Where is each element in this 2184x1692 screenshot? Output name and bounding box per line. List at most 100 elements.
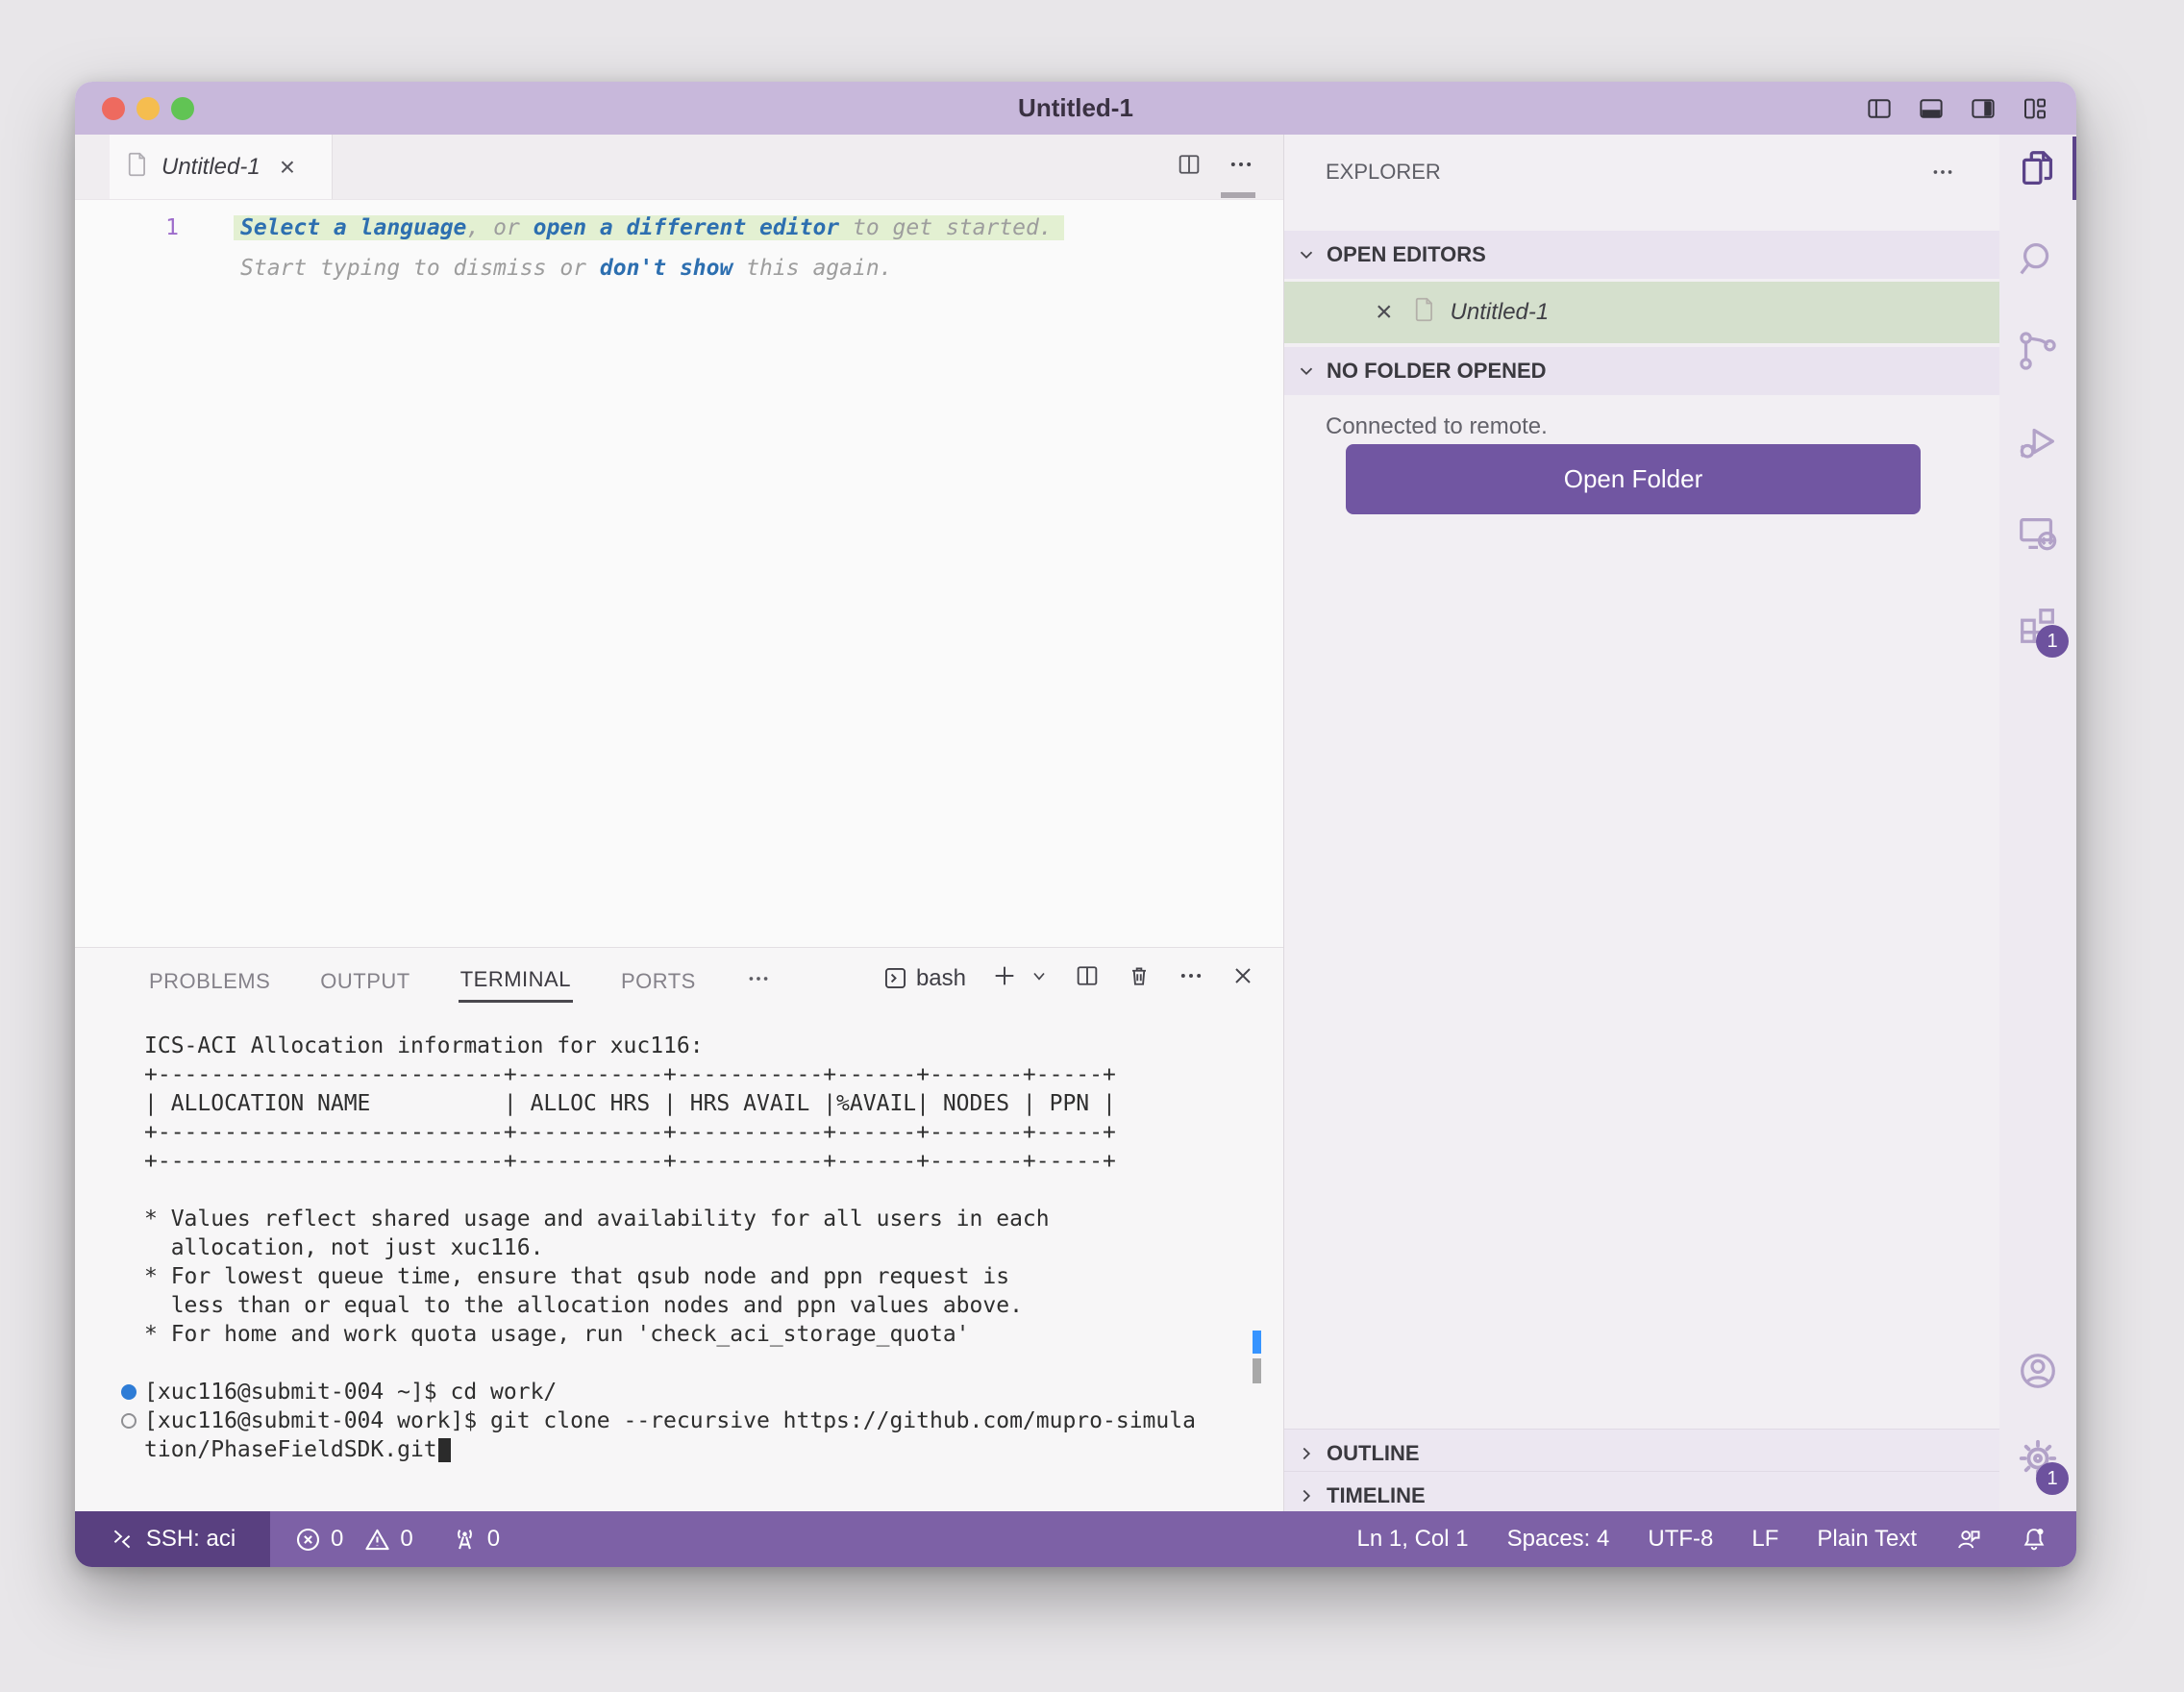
language-mode-status[interactable]: Plain Text	[1817, 1526, 1917, 1553]
terminal-line: * For lowest queue time, ensure that qsu…	[144, 1264, 1010, 1289]
panel-tabs: PROBLEMS OUTPUT TERMINAL PORTS	[147, 948, 773, 1008]
terminal-line: * For home and work quota usage, run 'ch…	[144, 1322, 970, 1347]
explorer-sidebar: EXPLORER OPEN EDITORS × Untitled-1 NO FO…	[1283, 135, 1999, 1520]
search-icon[interactable]	[2016, 237, 2060, 282]
toggle-secondary-sidebar-icon[interactable]	[1969, 94, 1998, 123]
terminal-line: * Values reflect shared usage and availa…	[144, 1207, 1050, 1232]
terminal-command-line: [xuc116@submit-004 work]$ git clone --re…	[121, 1406, 1196, 1435]
tab-ports[interactable]: PORTS	[619, 956, 698, 1002]
remote-explorer-icon[interactable]	[2016, 511, 2060, 556]
command-running-decoration[interactable]	[121, 1413, 136, 1429]
ports-forwarded-icon	[457, 1529, 472, 1549]
feedback-icon[interactable]	[1955, 1526, 1982, 1553]
terminal-actions: bash	[882, 948, 1256, 1008]
explorer-more-actions-icon[interactable]	[1930, 160, 1955, 191]
connected-to-remote-text: Connected to remote.	[1326, 413, 1548, 439]
tab-label: Untitled-1	[161, 153, 261, 180]
warnings-icon	[365, 1529, 390, 1550]
source-control-icon[interactable]	[2016, 329, 2060, 373]
cursor-position-status[interactable]: Ln 1, Col 1	[1357, 1526, 1469, 1553]
titlebar: Untitled-1	[75, 82, 2076, 136]
file-icon	[1414, 297, 1435, 329]
select-language-link[interactable]: Select a language	[240, 215, 466, 240]
problems-status[interactable]: 0 0	[295, 1526, 413, 1553]
chevron-down-icon	[1296, 361, 1317, 382]
vscode-window: Untitled-1 Untitled-1 × 1 Select a langu…	[75, 82, 2076, 1567]
layout-controls	[1865, 82, 2049, 135]
editor-actions	[1176, 135, 1254, 199]
remote-icon	[113, 1530, 131, 1549]
editor-tab-bar: Untitled-1 ×	[75, 135, 1283, 200]
encoding-status[interactable]: UTF-8	[1648, 1526, 1713, 1553]
status-bar: SSH: aci 0 0 0 Ln 1, Col 1 Spaces: 4 UTF…	[75, 1511, 2076, 1567]
chevron-right-icon	[1296, 1443, 1317, 1464]
close-editor-icon[interactable]: ×	[1376, 298, 1393, 327]
sidebar-title: EXPLORER	[1326, 160, 1441, 184]
tab-output[interactable]: OUTPUT	[318, 956, 411, 1002]
split-editor-icon[interactable]	[1176, 151, 1203, 183]
bottom-panel: PROBLEMS OUTPUT TERMINAL PORTS bash ICS-…	[75, 947, 1283, 1512]
activity-bar: 1 1	[1999, 135, 2076, 1511]
file-icon	[127, 152, 148, 182]
chevron-down-icon	[1296, 244, 1317, 265]
tab-terminal[interactable]: TERMINAL	[458, 954, 573, 1003]
kill-terminal-icon[interactable]	[1126, 962, 1153, 994]
customize-layout-icon[interactable]	[2021, 94, 2049, 123]
terminal-dropdown-icon[interactable]	[1030, 966, 1049, 990]
terminal-line: ICS-ACI Allocation information for xuc11…	[144, 1033, 704, 1058]
account-icon[interactable]	[2016, 1349, 2060, 1393]
indentation-status[interactable]: Spaces: 4	[1507, 1526, 1610, 1553]
active-view-indicator	[2072, 137, 2076, 200]
run-debug-icon[interactable]	[2016, 420, 2060, 464]
panel-more-actions-icon[interactable]	[1178, 962, 1204, 994]
chevron-right-icon	[1296, 1485, 1317, 1506]
terminal-line: +--------------------------+-----------+…	[144, 1062, 1116, 1087]
open-editor-item-label: Untitled-1	[1450, 299, 1550, 325]
no-folder-section-header[interactable]: NO FOLDER OPENED	[1284, 347, 1999, 395]
terminal-line: | ALLOCATION NAME | ALLOC HRS | HRS AVAI…	[144, 1091, 1116, 1116]
panel-more-tabs-icon[interactable]	[744, 953, 773, 1005]
editor-area[interactable]: 1 Select a language, or open a different…	[75, 200, 1283, 947]
terminal-command-line: [xuc116@submit-004 ~]$ cd work/	[121, 1378, 1196, 1406]
remote-indicator[interactable]: SSH: aci	[75, 1511, 270, 1567]
editor-line-1: Select a language, or open a different e…	[234, 208, 1064, 248]
open-editor-item-untitled-1[interactable]: × Untitled-1	[1284, 282, 1999, 343]
terminal-profile[interactable]: bash	[882, 965, 966, 992]
terminal-profile-label: bash	[915, 964, 966, 991]
overview-ruler-command-mark[interactable]	[1253, 1358, 1261, 1383]
terminal-cursor	[437, 1438, 451, 1462]
tab-untitled-1[interactable]: Untitled-1 ×	[110, 135, 333, 199]
tab-close-icon[interactable]: ×	[280, 153, 295, 181]
overview-ruler-command-mark[interactable]	[1253, 1331, 1261, 1354]
more-actions-icon[interactable]	[1228, 151, 1254, 183]
toggle-panel-icon[interactable]	[1917, 94, 1946, 123]
terminal-line: less than or equal to the allocation nod…	[144, 1293, 1023, 1318]
editor-line-2: Start typing to dismiss or don't show th…	[240, 256, 893, 281]
open-folder-button[interactable]: Open Folder	[1346, 444, 1921, 514]
command-success-decoration[interactable]	[121, 1384, 136, 1400]
toggle-primary-sidebar-icon[interactable]	[1865, 94, 1894, 123]
terminal-command-line: tion/PhaseFieldSDK.git	[144, 1435, 1196, 1464]
window-title: Untitled-1	[1018, 93, 1133, 122]
dont-show-link[interactable]: don't show	[600, 256, 732, 281]
open-editor-link[interactable]: open a different editor	[534, 215, 840, 240]
notifications-bell-icon[interactable]	[2021, 1526, 2048, 1553]
split-terminal-icon[interactable]	[1074, 962, 1101, 994]
explorer-icon[interactable]	[2016, 146, 2060, 190]
close-panel-icon[interactable]	[1229, 962, 1256, 994]
new-terminal-icon[interactable]	[991, 962, 1018, 994]
terminal-line: +--------------------------+-----------+…	[144, 1149, 1116, 1174]
terminal-line: +--------------------------+-----------+…	[144, 1120, 1116, 1145]
ports-status[interactable]: 0	[452, 1526, 500, 1553]
manage-badge: 1	[2036, 1462, 2069, 1495]
open-editors-section-header[interactable]: OPEN EDITORS	[1284, 231, 1999, 279]
terminal-output[interactable]: ICS-ACI Allocation information for xuc11…	[121, 1032, 1196, 1464]
errors-icon	[296, 1528, 320, 1551]
eol-status[interactable]: LF	[1751, 1526, 1778, 1553]
terminal-line: allocation, not just xuc116.	[144, 1235, 544, 1260]
tabbar-scrollbar[interactable]	[1221, 192, 1255, 198]
tab-problems[interactable]: PROBLEMS	[147, 956, 272, 1002]
line-number: 1	[165, 215, 179, 240]
